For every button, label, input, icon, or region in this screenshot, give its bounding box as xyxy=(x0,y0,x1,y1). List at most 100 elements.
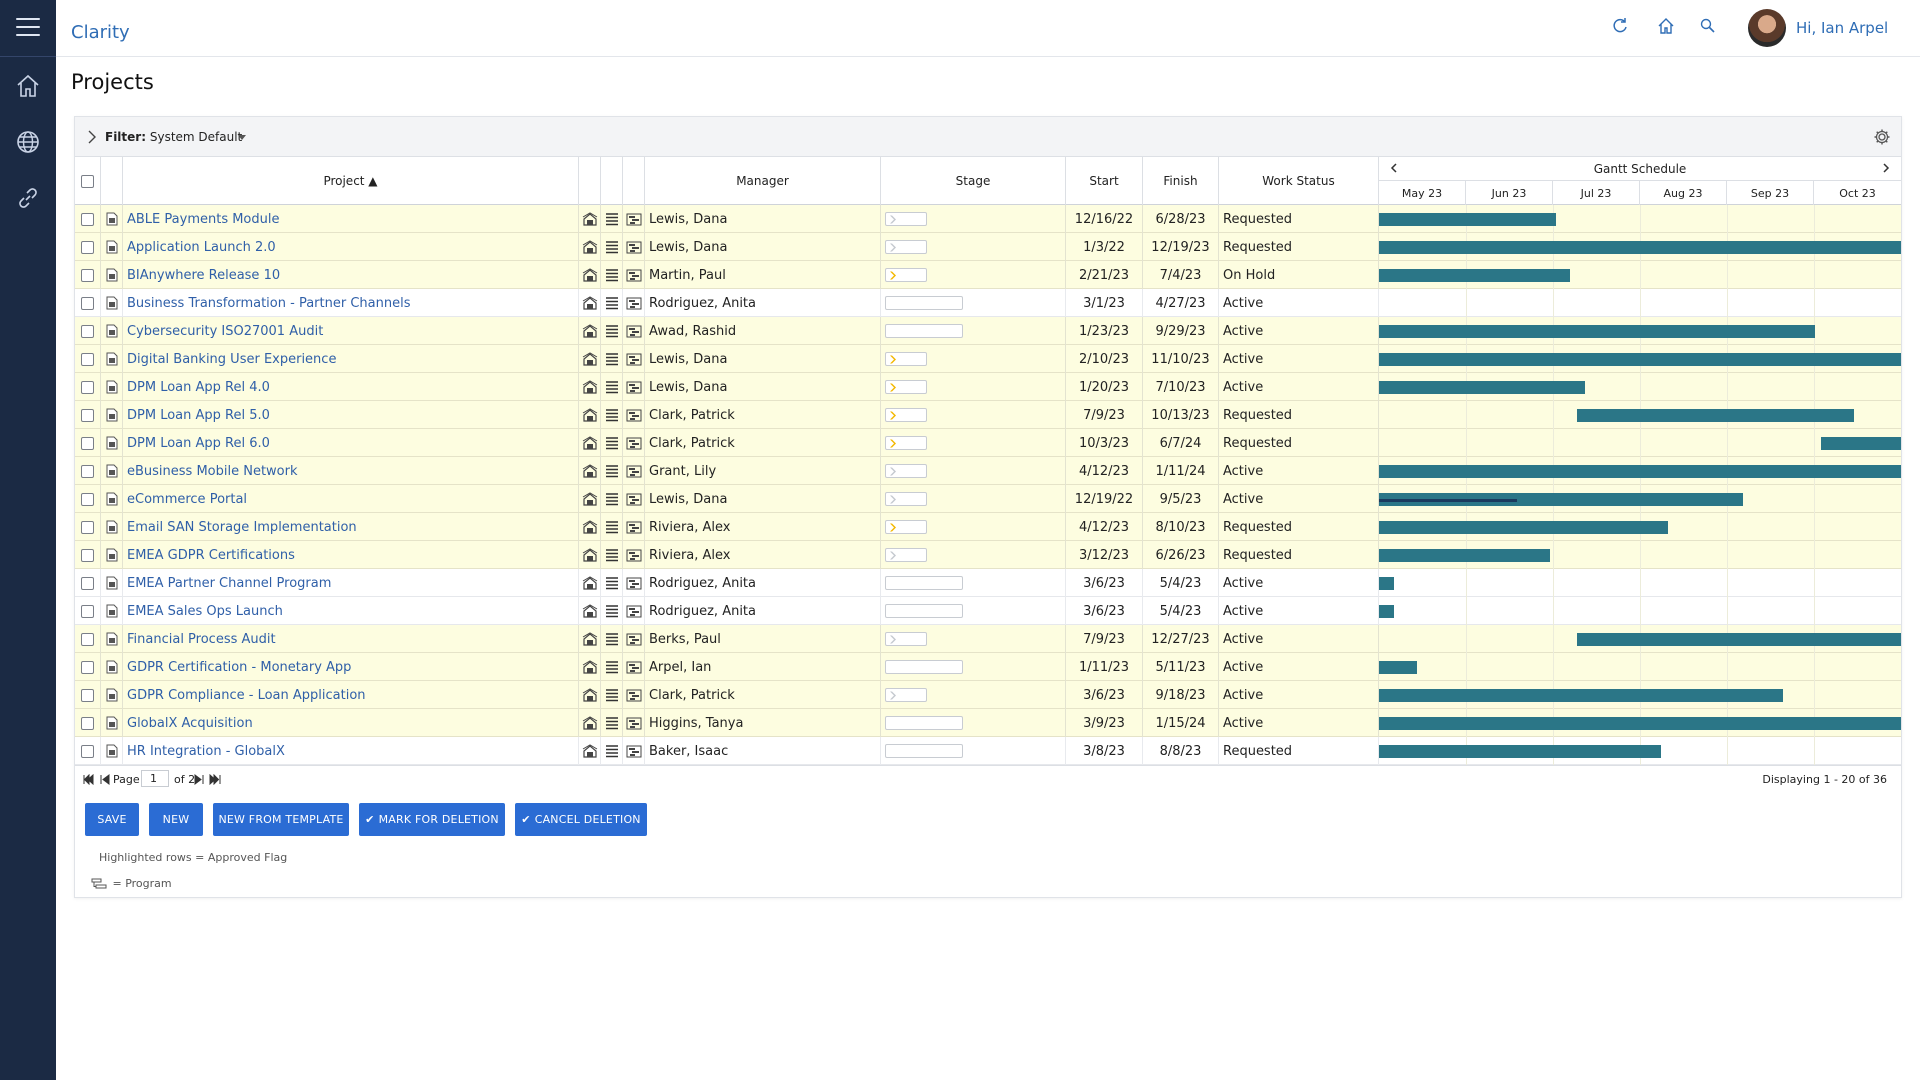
task-list-icon[interactable] xyxy=(604,520,620,534)
team-icon[interactable] xyxy=(582,632,598,646)
document-icon[interactable] xyxy=(106,688,118,702)
task-list-icon[interactable] xyxy=(604,576,620,590)
team-icon[interactable] xyxy=(582,212,598,226)
table-row[interactable]: DPM Loan App Rel 4.0 Lewis, Dana 1/20/23 7/… xyxy=(75,373,1901,401)
task-list-icon[interactable] xyxy=(604,212,620,226)
cancel-deletion-button[interactable]: ✔ CANCEL DELETION xyxy=(515,803,647,836)
gantt-bar[interactable] xyxy=(1577,633,1901,646)
team-icon[interactable] xyxy=(582,660,598,674)
new-button[interactable]: NEW xyxy=(149,803,203,836)
previous-page-icon[interactable] xyxy=(99,774,111,785)
task-list-icon[interactable] xyxy=(604,380,620,394)
link-icon[interactable] xyxy=(14,184,42,212)
gantt-chart-icon[interactable] xyxy=(626,548,642,562)
table-row[interactable]: DPM Loan App Rel 5.0 Clark, Patrick 7/9/23… xyxy=(75,401,1901,429)
row-checkbox[interactable] xyxy=(81,660,94,674)
gantt-bar[interactable] xyxy=(1379,521,1668,534)
task-list-icon[interactable] xyxy=(604,240,620,254)
gantt-chart-icon[interactable] xyxy=(626,296,642,310)
gantt-bar[interactable] xyxy=(1379,661,1417,674)
team-icon[interactable] xyxy=(582,408,598,422)
document-icon[interactable] xyxy=(106,380,118,394)
project-link[interactable]: GlobalX Acquisition xyxy=(123,716,253,731)
task-list-icon[interactable] xyxy=(604,436,620,450)
task-list-icon[interactable] xyxy=(604,744,620,758)
header-start[interactable]: Start xyxy=(1066,157,1143,205)
table-row[interactable]: Digital Banking User Experience Lewis, Da… xyxy=(75,345,1901,373)
table-row[interactable]: EMEA Partner Channel Program Rodriguez, A… xyxy=(75,569,1901,597)
gantt-chart-icon[interactable] xyxy=(626,520,642,534)
team-icon[interactable] xyxy=(582,576,598,590)
document-icon[interactable] xyxy=(106,324,118,338)
document-icon[interactable] xyxy=(106,296,118,310)
table-row[interactable]: eBusiness Mobile Network Grant, Lily 4/12/… xyxy=(75,457,1901,485)
project-link[interactable]: Financial Process Audit xyxy=(123,632,276,647)
team-icon[interactable] xyxy=(582,464,598,478)
gantt-bar[interactable] xyxy=(1379,353,1901,366)
row-checkbox[interactable] xyxy=(81,464,94,478)
table-row[interactable]: eCommerce Portal Lewis, Dana 12/19/22 9/5/2… xyxy=(75,485,1901,513)
project-link[interactable]: HR Integration - GlobalX xyxy=(123,744,285,759)
task-list-icon[interactable] xyxy=(604,268,620,282)
task-list-icon[interactable] xyxy=(604,296,620,310)
document-icon[interactable] xyxy=(106,576,118,590)
table-row[interactable]: EMEA Sales Ops Launch Rodriguez, Anita 3/6… xyxy=(75,597,1901,625)
header-project[interactable]: Project ▲ xyxy=(123,157,579,205)
project-link[interactable]: EMEA Sales Ops Launch xyxy=(123,604,283,619)
gantt-chart-icon[interactable] xyxy=(626,436,642,450)
project-link[interactable]: DPM Loan App Rel 6.0 xyxy=(123,436,270,451)
gantt-chart-icon[interactable] xyxy=(626,352,642,366)
gantt-chart-icon[interactable] xyxy=(626,744,642,758)
task-list-icon[interactable] xyxy=(604,604,620,618)
project-link[interactable]: GDPR Certification - Monetary App xyxy=(123,660,351,675)
mark-for-deletion-button[interactable]: ✔ MARK FOR DELETION xyxy=(359,803,505,836)
team-icon[interactable] xyxy=(582,604,598,618)
task-list-icon[interactable] xyxy=(604,324,620,338)
gantt-bar[interactable] xyxy=(1379,465,1901,478)
gantt-chart-icon[interactable] xyxy=(626,324,642,338)
gantt-bar[interactable] xyxy=(1577,409,1855,422)
team-icon[interactable] xyxy=(582,240,598,254)
header-work-status[interactable]: Work Status xyxy=(1219,157,1379,205)
row-checkbox[interactable] xyxy=(81,436,94,450)
select-all-checkbox[interactable] xyxy=(81,174,94,188)
table-row[interactable]: Email SAN Storage Implementation Riviera,… xyxy=(75,513,1901,541)
save-button[interactable]: SAVE xyxy=(85,803,139,836)
row-checkbox[interactable] xyxy=(81,548,94,562)
project-link[interactable]: Cybersecurity ISO27001 Audit xyxy=(123,324,323,339)
document-icon[interactable] xyxy=(106,744,118,758)
task-list-icon[interactable] xyxy=(604,492,620,506)
row-checkbox[interactable] xyxy=(81,212,94,226)
project-link[interactable]: DPM Loan App Rel 4.0 xyxy=(123,380,270,395)
document-icon[interactable] xyxy=(106,604,118,618)
team-icon[interactable] xyxy=(582,352,598,366)
header-stage[interactable]: Stage xyxy=(881,157,1066,205)
document-icon[interactable] xyxy=(106,408,118,422)
task-list-icon[interactable] xyxy=(604,632,620,646)
gantt-chart-icon[interactable] xyxy=(626,492,642,506)
team-icon[interactable] xyxy=(582,520,598,534)
table-row[interactable]: DPM Loan App Rel 6.0 Clark, Patrick 10/3/2… xyxy=(75,429,1901,457)
document-icon[interactable] xyxy=(106,436,118,450)
table-row[interactable]: ABLE Payments Module Lewis, Dana 12/16/22 6… xyxy=(75,205,1901,233)
gantt-chart-icon[interactable] xyxy=(626,632,642,646)
filter-selector[interactable]: Filter: System Default xyxy=(105,130,242,144)
row-checkbox[interactable] xyxy=(81,408,94,422)
table-row[interactable]: Business Transformation - Partner Channe… xyxy=(75,289,1901,317)
task-list-icon[interactable] xyxy=(604,688,620,702)
document-icon[interactable] xyxy=(106,212,118,226)
row-checkbox[interactable] xyxy=(81,688,94,702)
gantt-bar[interactable] xyxy=(1379,325,1815,338)
row-checkbox[interactable] xyxy=(81,744,94,758)
user-greeting[interactable]: Hi, Ian Arpel xyxy=(1796,19,1888,37)
gantt-chart-icon[interactable] xyxy=(626,212,642,226)
task-list-icon[interactable] xyxy=(604,660,620,674)
document-icon[interactable] xyxy=(106,660,118,674)
task-list-icon[interactable] xyxy=(604,464,620,478)
project-link[interactable]: GDPR Compliance - Loan Application xyxy=(123,688,366,703)
row-checkbox[interactable] xyxy=(81,576,94,590)
row-checkbox[interactable] xyxy=(81,240,94,254)
gantt-bar[interactable] xyxy=(1379,745,1661,758)
project-link[interactable]: EMEA GDPR Certifications xyxy=(123,548,295,563)
gantt-bar[interactable] xyxy=(1379,605,1395,618)
